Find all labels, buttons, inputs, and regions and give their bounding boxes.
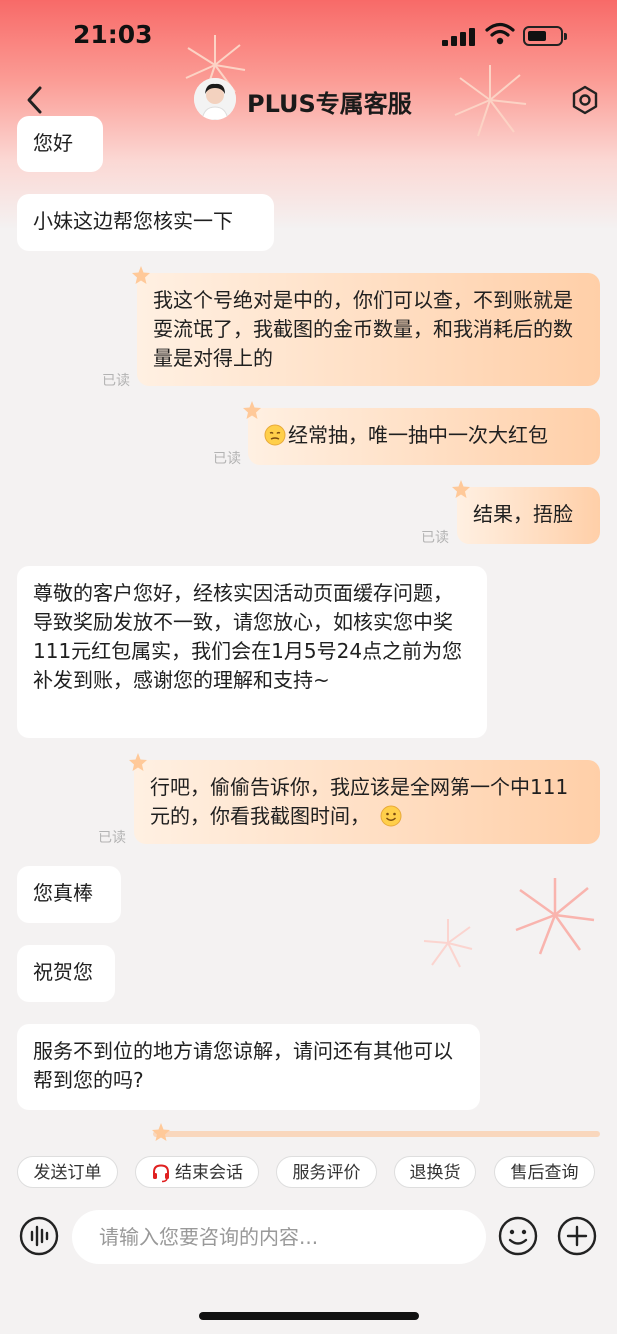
chip-label: 发送订单 — [33, 1163, 102, 1183]
battery-icon — [523, 26, 567, 46]
message-text: 我这个号绝对是中的，你们可以查，不到账就是耍流氓了，我截图的金币数量，和我消耗后… — [153, 288, 573, 370]
settings-hexagon-icon[interactable] — [569, 84, 601, 116]
message-text: 服务不到位的地方请您谅解，请问还有其他可以帮到您的吗? — [33, 1039, 453, 1092]
wifi-icon — [485, 22, 515, 45]
chat-title: PLUS专属客服 — [247, 90, 412, 118]
chip-label: 售后查询 — [510, 1163, 579, 1183]
message-text: 行吧，偷偷告诉你，我应该是全网第一个中111元的，你看我截图时间， — [150, 775, 569, 828]
input-placeholder: 请输入您要咨询的内容... — [99, 1225, 319, 1249]
message-bubble-outgoing: 行吧，偷偷告诉你，我应该是全网第一个中111元的，你看我截图时间， — [129, 753, 600, 844]
quick-action-end-session[interactable]: 结束会话 — [135, 1156, 259, 1188]
status-bar: 21:03 — [0, 0, 617, 70]
message-text: 祝贺您 — [33, 960, 93, 984]
chip-label: 结束会话 — [175, 1163, 243, 1183]
message-bubble-incoming: 您好 — [17, 116, 103, 172]
message-text: 您真棒 — [33, 881, 93, 905]
message-bubble-outgoing: 我这个号绝对是中的，你们可以查，不到账就是耍流氓了，我截图的金币数量，和我消耗后… — [132, 266, 600, 386]
read-receipt: 已读 — [213, 451, 241, 467]
read-receipt: 已读 — [102, 373, 130, 389]
cellular-signal-icon — [442, 28, 476, 46]
message-bubble-incoming: 小妹这边帮您核实一下 — [17, 194, 274, 251]
chip-label: 退换货 — [409, 1163, 461, 1183]
message-text: 经常抽，唯一抽中一次大红包 — [288, 423, 548, 447]
agent-avatar[interactable] — [194, 78, 236, 120]
agent-portrait-icon — [194, 78, 236, 120]
sweat-emoji-icon — [264, 424, 286, 446]
message-bubble-incoming: 您真棒 — [17, 866, 121, 923]
message-text: 尊敬的客户您好，经核实因活动页面缓存问题，导致奖励发放不一致，请您放心，如核实您… — [33, 581, 463, 692]
message-bubble-outgoing: 经常抽，唯一抽中一次大红包 — [243, 401, 600, 465]
composer-bar: 请输入您要咨询的内容... — [0, 1200, 617, 1280]
quick-action-after-sales[interactable]: 售后查询 — [494, 1156, 595, 1188]
firework-decoration-icon — [515, 878, 595, 955]
message-input[interactable]: 请输入您要咨询的内容... — [72, 1210, 486, 1264]
headset-icon — [153, 1164, 169, 1183]
emoji-picker-icon[interactable] — [498, 1216, 538, 1256]
back-arrow-icon[interactable] — [20, 82, 50, 118]
star-decoration-icon — [132, 266, 150, 284]
next-message-edge — [152, 1123, 600, 1141]
star-decoration-icon — [243, 401, 261, 419]
star-decoration-icon — [129, 753, 147, 771]
read-receipt: 已读 — [98, 830, 126, 846]
quick-action-rate-service[interactable]: 服务评价 — [276, 1156, 377, 1188]
message-bubble-incoming: 祝贺您 — [17, 945, 115, 1002]
read-receipt: 已读 — [421, 530, 449, 546]
message-text: 小妹这边帮您核实一下 — [33, 209, 233, 233]
home-indicator[interactable] — [199, 1312, 419, 1320]
voice-input-icon[interactable] — [19, 1216, 59, 1256]
message-bubble-outgoing: 结果，捂脸 — [452, 480, 600, 544]
status-time: 21:03 — [73, 20, 153, 49]
message-text: 结果，捂脸 — [473, 502, 573, 526]
more-options-plus-icon[interactable] — [557, 1216, 597, 1256]
message-bubble-incoming: 尊敬的客户您好，经核实因活动页面缓存问题，导致奖励发放不一致，请您放心，如核实您… — [17, 566, 487, 738]
chip-label: 服务评价 — [292, 1163, 361, 1183]
quick-action-send-order[interactable]: 发送订单 — [17, 1156, 118, 1188]
star-decoration-icon — [452, 480, 470, 498]
quick-action-return-exchange[interactable]: 退换货 — [394, 1156, 476, 1188]
star-decoration-icon — [152, 1123, 170, 1141]
firework-decoration-icon — [423, 919, 473, 968]
quick-actions-bar: 发送订单 结束会话 服务评价 退换货 售后查询 — [17, 1156, 617, 1190]
smile-emoji-icon — [380, 805, 402, 827]
message-bubble-incoming: 服务不到位的地方请您谅解，请问还有其他可以帮到您的吗? — [17, 1024, 480, 1110]
message-text: 您好 — [33, 131, 73, 155]
